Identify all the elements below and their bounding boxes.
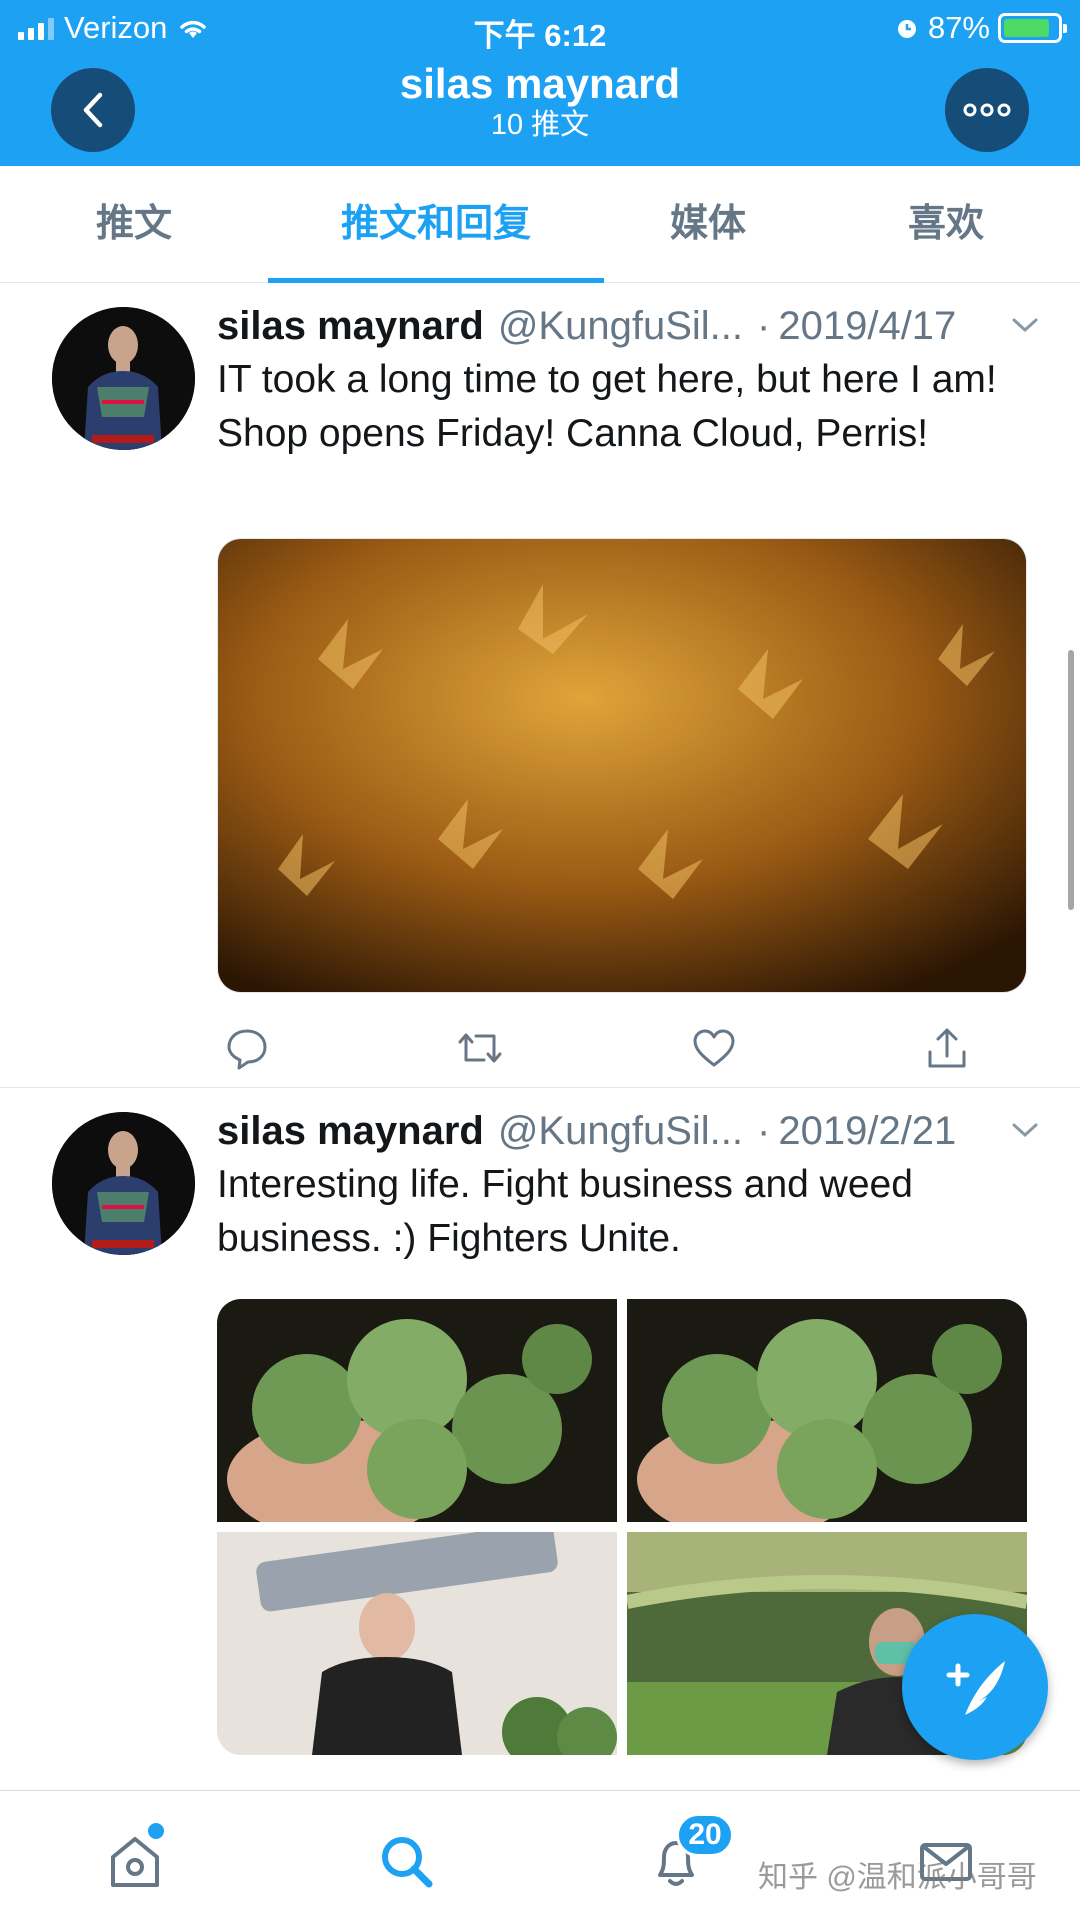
battery-percent: 87% xyxy=(927,10,990,45)
notification-badge: 20 xyxy=(676,1813,734,1857)
author-handle[interactable]: @KungfuSil... xyxy=(498,1109,743,1154)
nav-home[interactable] xyxy=(95,1821,175,1901)
retweet-button[interactable] xyxy=(450,1018,510,1078)
author-name[interactable]: silas maynard xyxy=(217,1109,484,1154)
media-photo-3[interactable] xyxy=(217,1532,617,1755)
tweet-text: IT took a long time to get here, but her… xyxy=(217,358,997,455)
watermark: 知乎 @温和派小哥哥 xyxy=(758,1861,1037,1894)
tweet-date: 2019/2/21 xyxy=(778,1108,957,1153)
nav-search[interactable] xyxy=(366,1821,446,1901)
avatar[interactable] xyxy=(52,307,195,450)
battery-level xyxy=(1004,19,1050,37)
tweet-media[interactable] xyxy=(217,538,1027,993)
tab-tweets[interactable]: 推文 xyxy=(0,166,268,282)
profile-name: silas maynard xyxy=(399,60,681,107)
avatar-image xyxy=(52,307,195,450)
buds-photo xyxy=(217,1299,617,1522)
tweet-header: silas maynard @KungfuSil... · 2019/4/17 xyxy=(217,299,1040,353)
share-icon xyxy=(928,1028,966,1068)
retweet-icon xyxy=(458,1033,502,1063)
separator-dot: · xyxy=(757,303,771,348)
scrollbar[interactable] xyxy=(1068,650,1074,910)
app-header: Verizon 下午 6:12 87% silas maynard 10 推文 xyxy=(0,0,1080,166)
like-button[interactable] xyxy=(684,1018,744,1078)
compose-tweet-icon xyxy=(946,1661,1005,1715)
author-name[interactable]: silas maynard xyxy=(217,304,484,349)
author-handle[interactable]: @KungfuSil... xyxy=(498,304,743,349)
status-right: 87% xyxy=(894,10,1067,46)
separator-dot: · xyxy=(757,1108,771,1153)
share-button[interactable] xyxy=(917,1018,977,1078)
reply-button[interactable] xyxy=(217,1018,277,1078)
battery-icon xyxy=(998,13,1067,43)
search-icon xyxy=(382,1837,433,1888)
home-icon xyxy=(111,1837,159,1887)
plants-photo xyxy=(218,539,1026,992)
profile-title: silas maynard 10 推文 xyxy=(0,60,1080,142)
media-photo-1[interactable] xyxy=(217,1299,617,1522)
chevron-down-icon[interactable] xyxy=(1010,315,1040,335)
tab-media[interactable]: 媒体 xyxy=(604,166,812,282)
heart-icon xyxy=(693,1029,735,1067)
tab-tweets-and-replies[interactable]: 推文和回复 xyxy=(268,166,604,283)
avatar-image xyxy=(52,1112,195,1255)
man-grow-room-photo xyxy=(217,1532,617,1755)
reply-icon xyxy=(227,1029,267,1070)
new-content-dot xyxy=(148,1823,164,1839)
profile-tabs: 推文 推文和回复 媒体 喜欢 xyxy=(0,166,1080,283)
more-button[interactable] xyxy=(945,68,1029,152)
nav-notifications[interactable]: 20 xyxy=(636,1813,734,1901)
more-horizontal-icon xyxy=(963,103,1011,117)
avatar[interactable] xyxy=(52,1112,195,1255)
tab-likes[interactable]: 喜欢 xyxy=(812,166,1080,282)
alarm-icon xyxy=(897,20,916,38)
buds-photo xyxy=(627,1299,1027,1522)
media-photo-2[interactable] xyxy=(627,1299,1027,1522)
tweet-actions xyxy=(217,1018,977,1078)
chevron-down-icon[interactable] xyxy=(1010,1120,1040,1140)
tweet-header: silas maynard @KungfuSil... · 2019/2/21 xyxy=(217,1104,1040,1158)
tweet-date: 2019/4/17 xyxy=(778,303,957,348)
tweet[interactable]: silas maynard @KungfuSil... · 2019/4/17 … xyxy=(0,283,1080,1088)
tweet-count: 10 推文 xyxy=(490,109,590,141)
status-bar: Verizon 下午 6:12 87% xyxy=(0,0,1080,54)
compose-tweet-button[interactable] xyxy=(902,1614,1048,1760)
tweet-text: Interesting life. Fight business and wee… xyxy=(217,1163,913,1260)
